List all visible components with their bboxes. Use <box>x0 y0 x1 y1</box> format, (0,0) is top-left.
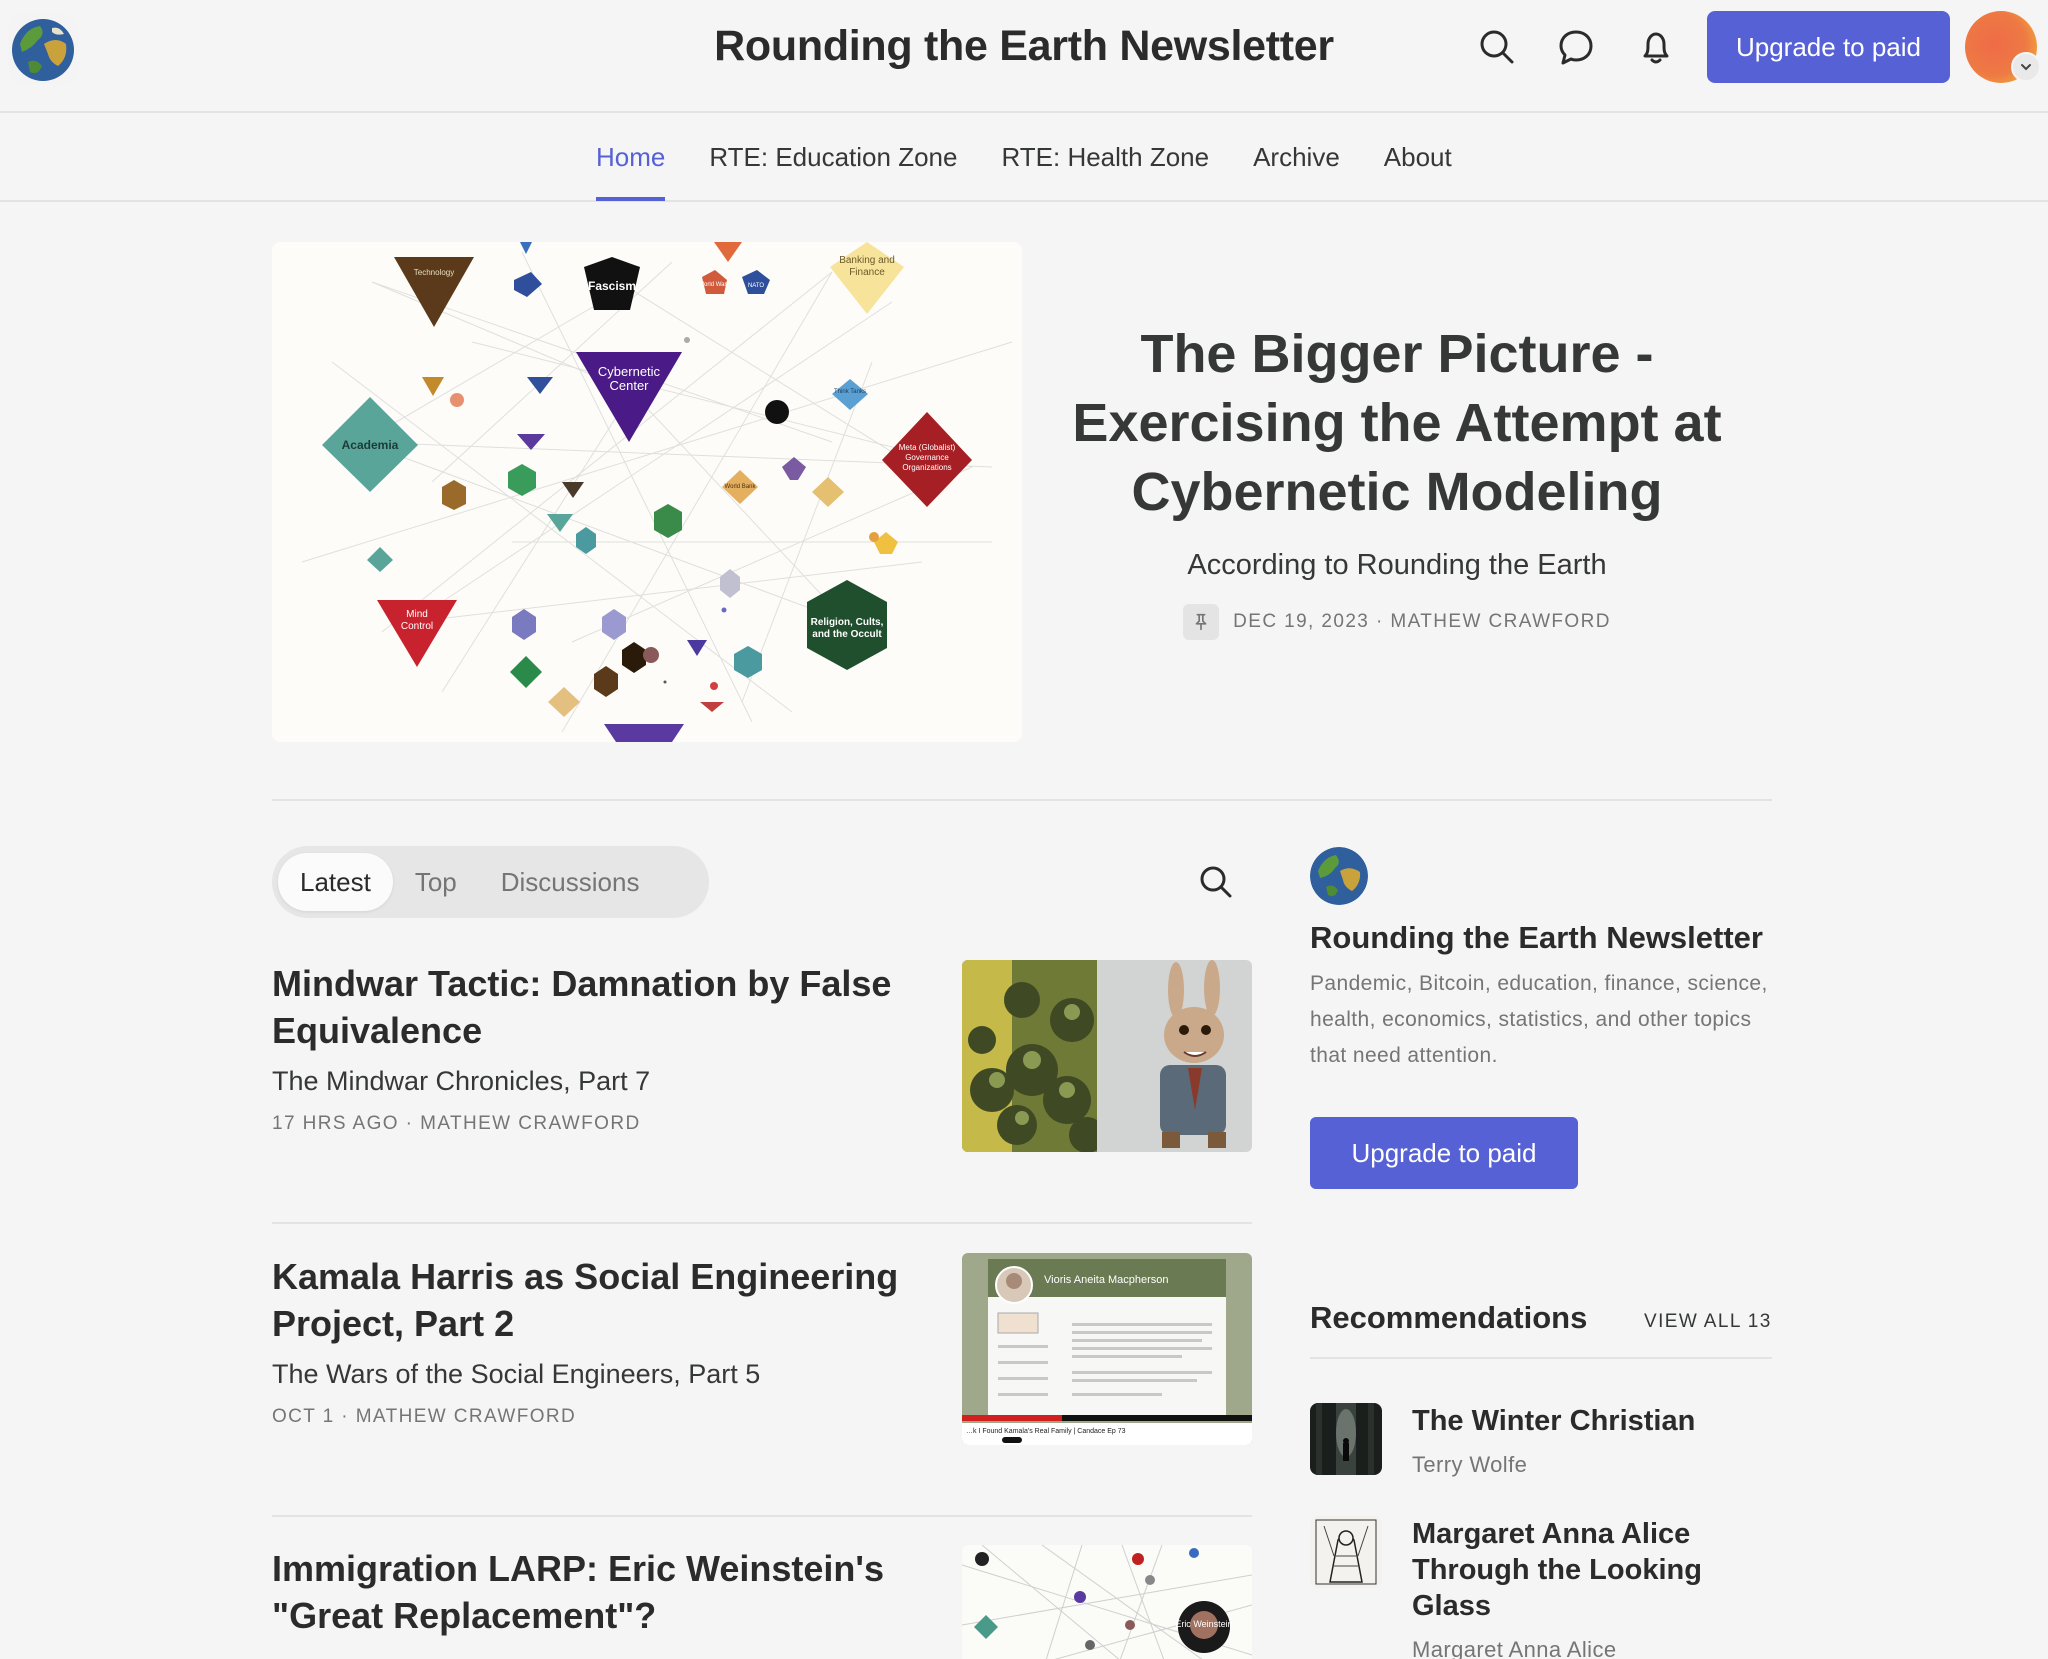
post-time: 17 HRS AGO <box>272 1113 399 1134</box>
svg-text:Organizations: Organizations <box>902 463 951 472</box>
post-title[interactable]: Immigration LARP: Eric Weinstein's "Grea… <box>272 1545 922 1639</box>
post-author[interactable]: MATHEW CRAWFORD <box>420 1113 640 1134</box>
nav-item-health-zone[interactable]: RTE: Health Zone <box>1001 115 1209 200</box>
post-tabs: Latest Top Discussions <box>272 846 709 918</box>
diagram-label-meta: Meta (Globalist) <box>899 443 956 452</box>
thumb-text: Vioris Aneita Macpherson <box>1044 1274 1169 1286</box>
tab-top[interactable]: Top <box>393 853 479 911</box>
nav-bar: Home RTE: Education Zone RTE: Health Zon… <box>0 115 2048 202</box>
nav-item-home[interactable]: Home <box>596 115 666 201</box>
top-bar: Rounding the Earth Newsletter Upgrade to… <box>0 0 2048 113</box>
recommendation-author: Margaret Anna Alice <box>1412 1637 1617 1659</box>
diagram-label-nato: NATO <box>748 283 764 289</box>
diagram-label-world-wars: World Wars <box>698 282 729 288</box>
upgrade-button[interactable]: Upgrade to paid <box>1310 1117 1578 1189</box>
recommendation-thumbnail <box>1310 1403 1382 1475</box>
divider <box>1310 1357 1772 1359</box>
diagram-label-fascism: Fascism <box>588 279 636 293</box>
earth-globe-icon[interactable] <box>1310 847 1368 905</box>
meta-separator: · <box>1369 611 1391 632</box>
post-author[interactable]: MATHEW CRAWFORD <box>356 1406 576 1427</box>
diagram-label-religion: Religion, Cults, <box>811 617 884 628</box>
svg-text:Finance: Finance <box>849 267 885 278</box>
upgrade-button[interactable]: Upgrade to paid <box>1707 11 1950 83</box>
svg-text:Center: Center <box>609 378 649 393</box>
sidebar-title[interactable]: Rounding the Earth Newsletter <box>1310 920 1763 956</box>
tab-latest[interactable]: Latest <box>278 853 393 911</box>
post-thumbnail[interactable]: Vioris Aneita Macpherson …k I Found Kama… <box>962 1253 1252 1445</box>
post-thumbnail[interactable]: Eric Weinstein <box>962 1545 1252 1659</box>
chat-bubble-icon[interactable] <box>1555 26 1597 68</box>
thumb-caption: …k I Found Kamala's Real Family | Candac… <box>966 1428 1126 1435</box>
recommendation-name: The Winter Christian Terry Wolfe <box>1412 1403 1752 1483</box>
pin-icon <box>1183 604 1220 640</box>
view-all-link[interactable]: VIEW ALL 13 <box>1644 1311 1772 1333</box>
divider <box>272 1515 1252 1517</box>
search-icon[interactable] <box>1476 26 1518 68</box>
svg-text:and the Occult: and the Occult <box>812 629 882 640</box>
svg-text:Control: Control <box>401 621 433 632</box>
recommendation-name: Margaret Anna Alice Through the Looking … <box>1412 1516 1752 1659</box>
post-title[interactable]: Kamala Harris as Social Engineering Proj… <box>272 1253 922 1347</box>
nav-item-about[interactable]: About <box>1384 115 1452 200</box>
hero-image[interactable]: Technology Fascism World Wars NATO Banki… <box>272 242 1022 742</box>
diagram-label-academia: Academia <box>342 438 399 452</box>
divider <box>272 1222 1252 1224</box>
diagram-label-cybernetic: Cybernetic <box>598 364 661 379</box>
nav-item-archive[interactable]: Archive <box>1253 115 1340 200</box>
hero-meta: DEC 19, 2023 · MATHEW CRAWFORD <box>1072 604 1722 640</box>
post-title[interactable]: Mindwar Tactic: Damnation by False Equiv… <box>272 960 922 1054</box>
post-time: OCT 1 <box>272 1406 335 1427</box>
nav-item-education-zone[interactable]: RTE: Education Zone <box>709 115 957 200</box>
hero-title[interactable]: The Bigger Picture - Exercising the Atte… <box>1072 320 1722 527</box>
post-item: Mindwar Tactic: Damnation by False Equiv… <box>272 960 1252 1152</box>
diagram-label-think-tanks: Think Tanks <box>834 389 866 395</box>
chevron-down-icon[interactable] <box>2011 52 2041 82</box>
post-thumbnail[interactable] <box>962 960 1252 1152</box>
thumb-text: Eric Weinstein <box>1175 1619 1232 1629</box>
diagram-label-banking: Banking and <box>839 255 895 266</box>
svg-text:Governance: Governance <box>905 453 949 462</box>
post-item: Kamala Harris as Social Engineering Proj… <box>272 1253 1252 1445</box>
recommendation-title: The Winter Christian <box>1412 1405 1696 1437</box>
recommendation-thumbnail <box>1310 1516 1382 1588</box>
diagram-label-technology: Technology <box>414 268 454 277</box>
post-item: Immigration LARP: Eric Weinstein's "Grea… <box>272 1545 1252 1659</box>
diagram-label-world-bank: World Bank <box>725 484 757 490</box>
network-diagram: Technology Fascism World Wars NATO Banki… <box>301 242 1013 742</box>
tab-discussions[interactable]: Discussions <box>479 853 662 911</box>
sidebar-description: Pandemic, Bitcoin, education, finance, s… <box>1310 972 1768 1067</box>
hero-author[interactable]: MATHEW CRAWFORD <box>1390 611 1610 633</box>
recommendations-heading: Recommendations <box>1310 1300 1588 1335</box>
hero-subtitle: According to Rounding the Earth <box>1187 549 1607 581</box>
recommendation-title: Margaret Anna Alice Through the Looking … <box>1412 1518 1702 1622</box>
divider <box>272 799 1772 801</box>
hero-date: DEC 19, 2023 <box>1233 611 1370 632</box>
diagram-label-mind-control: Mind <box>406 609 428 620</box>
bell-icon[interactable] <box>1635 26 1677 68</box>
hero-text: The Bigger Picture - Exercising the Atte… <box>1072 320 1722 640</box>
search-icon[interactable] <box>1196 862 1236 902</box>
recommendation-author: Terry Wolfe <box>1412 1452 1528 1477</box>
